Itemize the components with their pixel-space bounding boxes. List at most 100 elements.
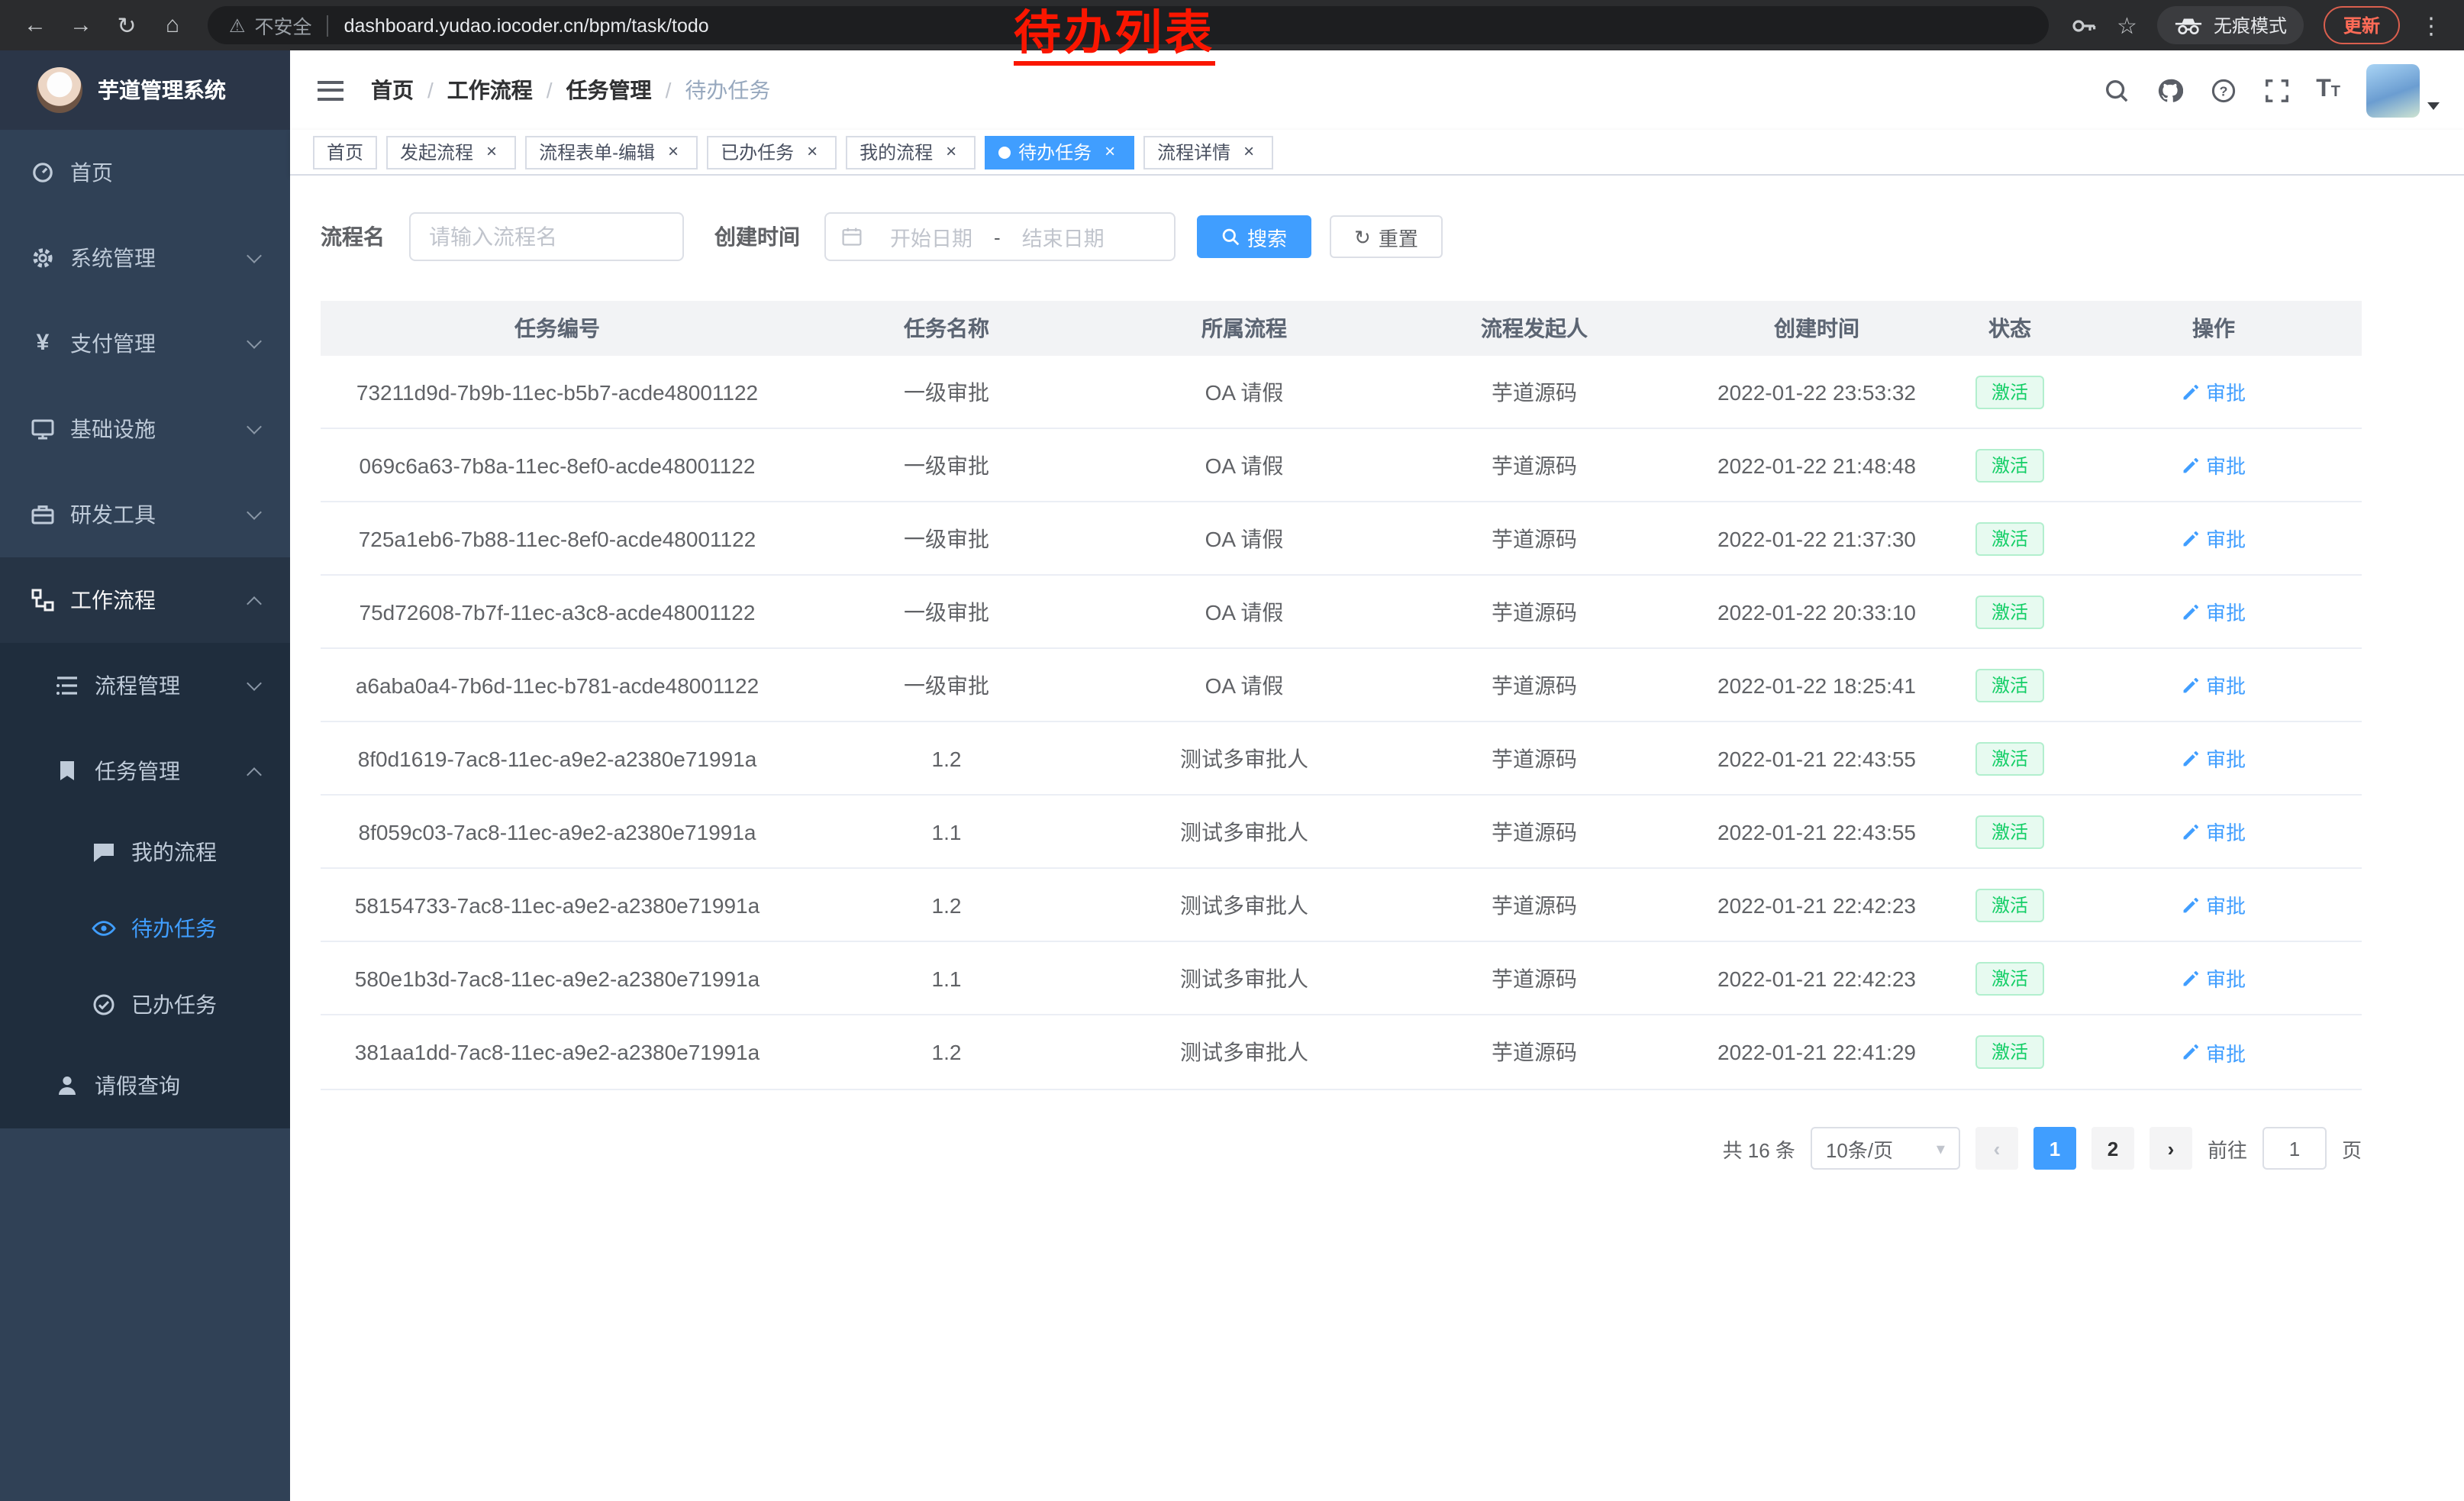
approve-link-label: 审批: [2206, 450, 2246, 479]
tab-todo-tasks[interactable]: 待办任务×: [985, 135, 1134, 169]
search-button[interactable]: 搜索: [1197, 215, 1311, 258]
column-header-initiator: 流程发起人: [1389, 313, 1679, 344]
cell-process: 测试多审批人: [1099, 743, 1389, 773]
close-icon[interactable]: ×: [663, 141, 684, 163]
sidebar-item-label: 我的流程: [131, 837, 217, 867]
close-icon[interactable]: ×: [1238, 141, 1259, 163]
filter-bar: 流程名 创建时间 开始日期 - 结束日期 搜索: [321, 212, 2362, 261]
key-icon[interactable]: [2069, 11, 2097, 39]
close-icon[interactable]: ×: [940, 141, 962, 163]
tab-process-form-edit[interactable]: 流程表单-编辑×: [525, 135, 698, 169]
goto-page-input[interactable]: [2262, 1127, 2327, 1170]
approve-link[interactable]: 审批: [2182, 890, 2246, 919]
page-size-value: 10条/页: [1826, 1134, 1893, 1163]
github-icon[interactable]: [2156, 76, 2183, 104]
prev-page-button[interactable]: ‹: [1975, 1127, 2018, 1170]
cell-process: OA 请假: [1099, 596, 1389, 627]
sidebar-item-task-management[interactable]: 任务管理: [0, 728, 290, 814]
approve-link[interactable]: 审批: [2182, 744, 2246, 773]
cell-created: 2022-01-21 22:43:55: [1679, 819, 1954, 844]
browser-forward-button[interactable]: →: [61, 5, 101, 45]
browser-refresh-button[interactable]: ↻: [107, 5, 147, 45]
date-range-picker[interactable]: 开始日期 - 结束日期: [824, 212, 1176, 261]
next-page-button[interactable]: ›: [2150, 1127, 2192, 1170]
edit-pencil-icon: [2182, 749, 2200, 767]
approve-link[interactable]: 审批: [2182, 1038, 2246, 1067]
close-icon[interactable]: ×: [1099, 141, 1121, 163]
approve-link[interactable]: 审批: [2182, 597, 2246, 626]
sidebar-item-payment[interactable]: ¥ 支付管理: [0, 301, 290, 386]
approve-link[interactable]: 审批: [2182, 377, 2246, 406]
breadcrumb-home[interactable]: 首页: [371, 75, 414, 105]
sidebar-item-my-processes[interactable]: 我的流程: [0, 814, 290, 890]
reset-button[interactable]: ↻ 重置: [1330, 215, 1443, 258]
chevron-down-icon: [247, 418, 262, 434]
help-icon[interactable]: ?: [2209, 76, 2237, 104]
caret-down-icon: [2427, 102, 2440, 109]
tab-label: 首页: [327, 139, 363, 165]
sidebar-item-system[interactable]: 系统管理: [0, 215, 290, 301]
page-2-button[interactable]: 2: [2091, 1127, 2134, 1170]
approve-link[interactable]: 审批: [2182, 964, 2246, 993]
breadcrumb-separator: /: [547, 78, 553, 102]
edit-pencil-icon: [2182, 529, 2200, 547]
app-title: 芋道管理系统: [98, 75, 226, 105]
page-1-button[interactable]: 1: [2033, 1127, 2076, 1170]
tab-home[interactable]: 首页: [313, 135, 377, 169]
update-button[interactable]: 更新: [2324, 6, 2400, 44]
sidebar-item-label: 研发工具: [70, 499, 156, 530]
gear-icon: [31, 246, 55, 270]
user-menu[interactable]: [2366, 63, 2440, 117]
close-icon[interactable]: ×: [801, 141, 823, 163]
cell-created: 2022-01-21 22:41:29: [1679, 1040, 1954, 1064]
column-header-created: 创建时间: [1679, 313, 1954, 344]
breadcrumb-workflow[interactable]: 工作流程: [447, 75, 533, 105]
cell-process: 测试多审批人: [1099, 963, 1389, 993]
tab-done-tasks[interactable]: 已办任务×: [707, 135, 837, 169]
approve-link[interactable]: 审批: [2182, 670, 2246, 699]
tab-process-detail[interactable]: 流程详情×: [1143, 135, 1273, 169]
sidebar: 芋道管理系统 首页 系统管理 ¥ 支付管理: [0, 50, 290, 1501]
bookmark-star-icon[interactable]: ☆: [2117, 11, 2137, 39]
page-url: dashboard.yudao.iocoder.cn/bpm/task/todo: [344, 15, 709, 36]
browser-menu-icon[interactable]: ⋮: [2420, 11, 2443, 39]
navbar-actions: ? TT: [2102, 63, 2440, 117]
dashboard-icon: [31, 160, 55, 185]
browser-home-button[interactable]: ⌂: [153, 5, 192, 45]
tab-start-process[interactable]: 发起流程×: [386, 135, 516, 169]
goto-unit-label: 页: [2342, 1134, 2362, 1163]
sidebar-collapse-icon[interactable]: [314, 74, 347, 106]
sidebar-item-label: 基础设施: [70, 414, 156, 444]
fullscreen-icon[interactable]: [2262, 76, 2290, 104]
browser-chrome: ← → ↻ ⌂ ⚠ 不安全 dashboard.yudao.iocoder.cn…: [0, 0, 2464, 50]
breadcrumb-current: 待办任务: [685, 75, 770, 105]
sidebar-item-home[interactable]: 首页: [0, 130, 290, 215]
cell-process: 测试多审批人: [1099, 889, 1389, 920]
sidebar-item-done-tasks[interactable]: 已办任务: [0, 967, 290, 1043]
breadcrumb-task-management[interactable]: 任务管理: [566, 75, 652, 105]
browser-back-button[interactable]: ←: [15, 5, 55, 45]
tab-my-processes[interactable]: 我的流程×: [846, 135, 976, 169]
sidebar-item-devtools[interactable]: 研发工具: [0, 472, 290, 557]
approve-link[interactable]: 审批: [2182, 524, 2246, 553]
edit-pencil-icon: [2182, 602, 2200, 621]
sidebar-item-workflow[interactable]: 工作流程: [0, 557, 290, 643]
approve-link-label: 审批: [2206, 817, 2246, 846]
table-row: 580e1b3d-7ac8-11ec-a9e2-a2380e71991a 1.1…: [321, 942, 2362, 1015]
approve-link[interactable]: 审批: [2182, 817, 2246, 846]
cell-task-id: 381aa1dd-7ac8-11ec-a9e2-a2380e71991a: [321, 1040, 794, 1064]
approve-link[interactable]: 审批: [2182, 450, 2246, 479]
home-icon: ⌂: [166, 12, 179, 38]
sidebar-item-process-management[interactable]: 流程管理: [0, 643, 290, 728]
search-icon[interactable]: [2102, 76, 2130, 104]
process-name-input[interactable]: [409, 212, 684, 261]
app-logo[interactable]: 芋道管理系统: [0, 50, 290, 130]
text-size-icon[interactable]: TT: [2316, 78, 2340, 102]
close-icon[interactable]: ×: [481, 141, 502, 163]
cell-task-id: 75d72608-7b7f-11ec-a3c8-acde48001122: [321, 599, 794, 624]
sidebar-item-todo-tasks[interactable]: 待办任务: [0, 890, 290, 967]
sidebar-item-infrastructure[interactable]: 基础设施: [0, 386, 290, 472]
sidebar-item-leave-query[interactable]: 请假查询: [0, 1043, 290, 1128]
status-badge: 激活: [1976, 448, 2043, 482]
page-size-select[interactable]: 10条/页 ▾: [1811, 1127, 1960, 1170]
